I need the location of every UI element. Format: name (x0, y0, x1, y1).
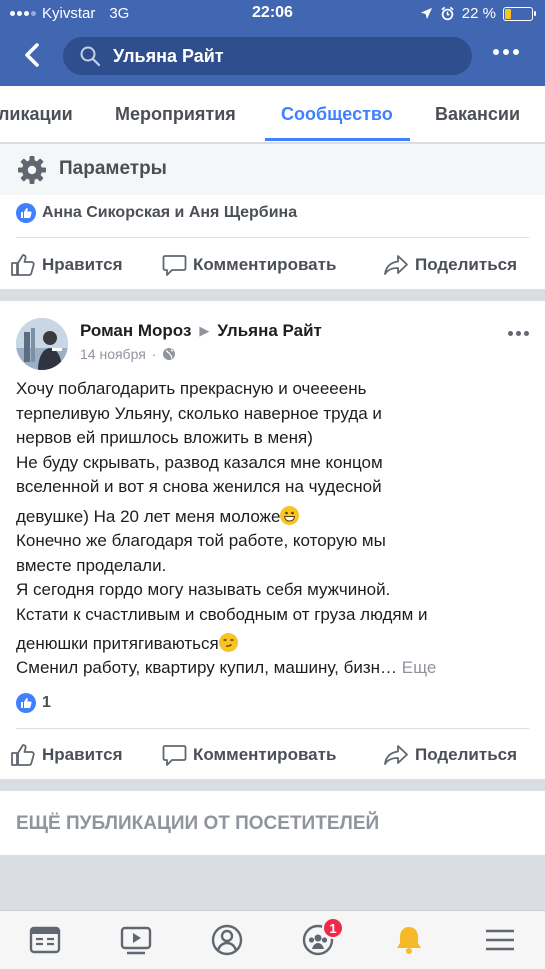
comment-icon (162, 255, 187, 276)
post-line-text: Сменил работу, квартиру купил, машину, б… (16, 658, 397, 678)
post-line: Конечно же благодаря той работе, которую… (16, 530, 386, 550)
search-input[interactable] (113, 45, 453, 67)
like-label: Нравится (42, 255, 123, 274)
likers-names: Анна Сикорская и Аня Щербина (42, 204, 298, 221)
post-line: Хочу поблагодарить прекрасную и очееeень (16, 379, 367, 398)
reactions-summary[interactable]: Анна Сикорская и Аня Щербина (16, 203, 297, 223)
post-line: Кстати к счастливым и свободным от груза… (16, 604, 428, 624)
search-icon (80, 46, 101, 67)
bottom-navigation: 1 (0, 910, 545, 969)
video-icon[interactable] (119, 923, 153, 957)
tab-events[interactable]: Мероприятия (115, 104, 236, 125)
comment-label: Комментировать (193, 255, 337, 274)
like-label: Нравится (42, 745, 123, 764)
battery-percent: 22 % (461, 5, 496, 22)
post-line: терпеливую Ульяну, сколько наверное труд… (16, 403, 382, 423)
grinning-emoji-icon (280, 505, 300, 525)
divider (16, 728, 529, 729)
post-line-text: девушке) На 20 лет меня моложе (16, 506, 281, 526)
post-meta: 14 ноября · (80, 346, 176, 362)
post-line: Не буду скрывать, развод казался мне кон… (16, 452, 383, 472)
comment-label: Комментировать (193, 745, 337, 764)
location-arrow-icon (420, 7, 432, 20)
tab-jobs[interactable]: Вакансии (435, 104, 520, 125)
alarm-icon (441, 6, 454, 21)
page-tabs: ликации Мероприятия Сообщество Вакансии (0, 86, 545, 142)
tab-publications[interactable]: ликации (0, 104, 73, 125)
avatar[interactable] (16, 318, 68, 370)
share-label: Поделиться (415, 745, 518, 764)
arrow-right-icon: ▶ (199, 323, 210, 338)
like-count: 1 (42, 694, 51, 711)
target-page-name[interactable]: Ульяна Райт (217, 321, 321, 341)
more-options-icon[interactable] (493, 49, 519, 55)
post-line: нервов ей пришлось вложить в меня) (16, 428, 313, 448)
post-actions: Нравится Комментировать Поделиться (0, 735, 545, 775)
dot-separator: · (151, 346, 157, 362)
back-icon[interactable] (18, 40, 48, 70)
post-line-text: денюшки притягиваються (16, 634, 219, 654)
comment-icon (162, 745, 187, 766)
post-line: Я сегодня гордо могу называть себя мужчи… (16, 580, 391, 600)
profile-icon[interactable] (210, 923, 244, 957)
like-button[interactable]: Нравится (10, 743, 123, 767)
post-card: Роман Мороз ▶ Ульяна Райт 14 ноября · Хо… (0, 301, 545, 779)
settings-label: Параметры (59, 158, 167, 179)
post-author-line: Роман Мороз ▶ Ульяна Райт (80, 321, 322, 341)
top-bar: Kyivstar 3G 22:06 22 % (0, 0, 545, 86)
smirking-emoji-icon (218, 633, 238, 653)
like-button[interactable]: Нравится (10, 253, 123, 277)
more-posts-title: ЕЩЁ ПУБЛИКАЦИИ ОТ ПОСЕТИТЕЛЕЙ (16, 813, 380, 834)
share-icon (384, 745, 408, 765)
post-line: девушке) На 20 лет меня моложе (16, 500, 531, 529)
share-icon (384, 255, 408, 275)
gear-icon (18, 156, 46, 184)
globe-icon (163, 348, 176, 360)
status-bar: Kyivstar 3G 22:06 22 % (0, 0, 545, 28)
divider (16, 237, 529, 238)
thumbs-up-icon (11, 744, 35, 766)
reactions-count[interactable]: 1 (16, 693, 51, 713)
thumbs-up-icon (11, 254, 35, 276)
tab-community[interactable]: Сообщество (281, 104, 393, 125)
like-reaction-icon (16, 203, 36, 223)
post-text: Хочу поблагодарить прекрасную и очееeень… (16, 377, 531, 681)
post-options-icon[interactable] (508, 331, 529, 336)
post-actions: Нравится Комментировать Поделиться (0, 245, 545, 285)
comment-button[interactable]: Комментировать (162, 743, 336, 767)
bell-icon[interactable] (392, 923, 426, 957)
news-feed-icon[interactable] (28, 923, 62, 957)
post-date[interactable]: 14 ноября (80, 346, 146, 362)
post-line: Сменил работу, квартиру купил, машину, б… (16, 656, 531, 681)
previous-post-footer: Анна Сикорская и Аня Щербина Нравится Ко… (0, 195, 545, 289)
share-button[interactable]: Поделиться (383, 743, 517, 767)
more-posts-section: ЕЩЁ ПУБЛИКАЦИИ ОТ ПОСЕТИТЕЛЕЙ (0, 791, 545, 855)
share-label: Поделиться (415, 255, 518, 274)
comment-button[interactable]: Комментировать (162, 253, 336, 277)
like-reaction-icon (16, 693, 36, 713)
search-bar[interactable] (63, 37, 472, 75)
menu-icon[interactable] (483, 923, 517, 957)
notification-badge: 1 (322, 917, 344, 939)
battery-icon (503, 6, 536, 21)
share-button[interactable]: Поделиться (383, 253, 517, 277)
post-line: вселенной и вот я снова женился на чудес… (16, 477, 382, 497)
author-name[interactable]: Роман Мороз (80, 321, 191, 341)
post-line: вместе проделали. (16, 555, 167, 575)
active-tab-indicator (265, 138, 410, 141)
settings-row[interactable]: Параметры (0, 143, 545, 195)
post-line: денюшки притягиваються (16, 627, 531, 656)
see-more-link[interactable]: Еще (402, 658, 437, 677)
